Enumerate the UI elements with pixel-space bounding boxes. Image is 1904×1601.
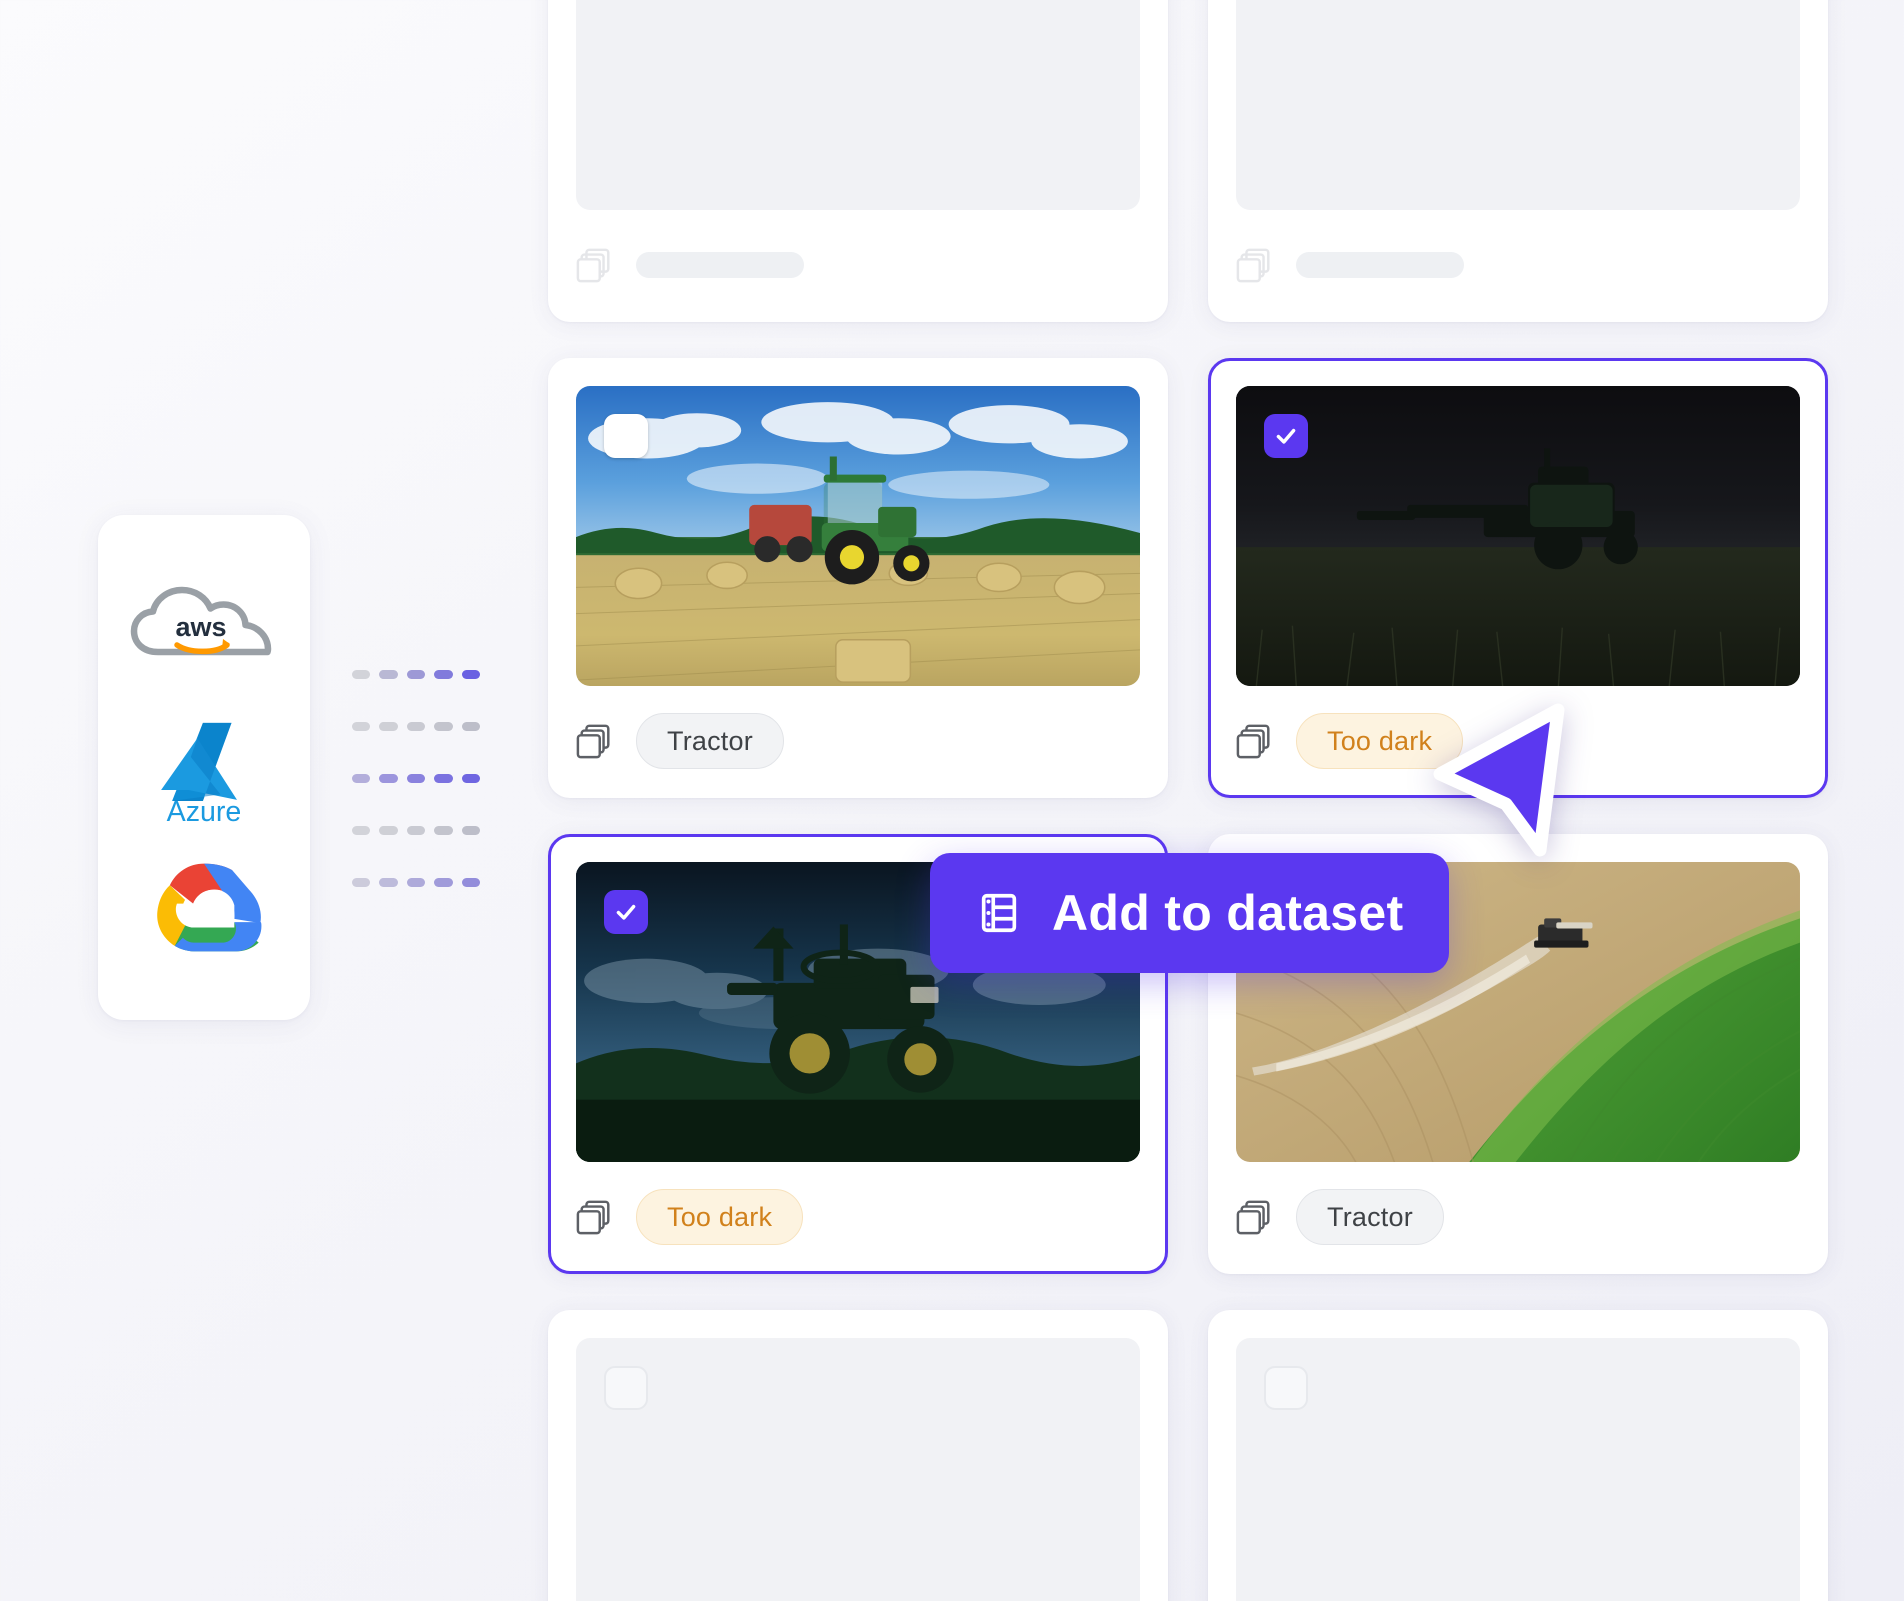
pointer-arrow-cursor <box>1432 700 1582 860</box>
card-footer <box>576 236 1140 294</box>
image-card[interactable] <box>1208 0 1828 322</box>
card-footer: Too dark <box>576 1188 1140 1246</box>
thumbnail-tractor-night-dark <box>1236 386 1800 686</box>
connector-dash <box>406 670 426 679</box>
grid-row <box>548 1310 1868 1601</box>
connector-dash <box>461 826 481 835</box>
connector-dash <box>406 722 426 731</box>
image-card[interactable] <box>548 1310 1168 1601</box>
connector-dash <box>379 722 398 731</box>
check-icon <box>1276 428 1296 444</box>
connector-dash <box>434 878 453 887</box>
connector-dash <box>434 774 453 783</box>
copy-icon <box>576 246 614 284</box>
svg-text:aws: aws <box>175 612 226 642</box>
connector-lines <box>352 670 492 910</box>
card-checkbox-unchecked[interactable] <box>604 414 648 458</box>
connector-line-2 <box>352 722 481 731</box>
cloud-provider-azure[interactable]: Azure <box>129 713 279 823</box>
connector-dash <box>379 774 398 783</box>
aws-cloud-logo: aws <box>130 586 272 655</box>
label-skeleton <box>1296 252 1464 278</box>
copy-icon[interactable] <box>576 722 614 760</box>
connector-dash <box>379 670 398 679</box>
connector-dash <box>406 826 426 835</box>
svg-text:Azure: Azure <box>167 795 242 822</box>
card-footer <box>1236 236 1800 294</box>
card-checkbox-checked[interactable] <box>604 890 648 934</box>
copy-icon[interactable] <box>576 1198 614 1236</box>
connector-dash <box>434 722 453 731</box>
connector-dash <box>434 826 453 835</box>
connector-line-3 <box>352 774 481 783</box>
cloud-providers-panel: aws Azure <box>98 515 310 1020</box>
connector-dash <box>434 670 453 679</box>
dataset-icon <box>981 893 1017 933</box>
card-thumbnail <box>1236 386 1800 686</box>
card-thumbnail <box>1236 0 1800 210</box>
copy-icon <box>1236 246 1274 284</box>
connector-dash <box>406 878 426 887</box>
connector-line-1 <box>352 670 481 679</box>
image-card[interactable] <box>548 0 1168 322</box>
grid-row <box>548 0 1868 322</box>
copy-icon[interactable] <box>1236 1198 1274 1236</box>
azure-logo: Azure <box>161 722 242 823</box>
card-thumbnail <box>576 1338 1140 1601</box>
add-to-dataset-tooltip[interactable]: Add to dataset <box>930 853 1450 973</box>
connector-dash <box>461 670 481 679</box>
grid-row: Tractor Too dark <box>548 358 1868 798</box>
connector-dash <box>406 774 426 783</box>
card-thumbnail <box>576 0 1140 210</box>
card-checkbox-checked[interactable] <box>1264 414 1308 458</box>
card-footer: Tractor <box>1236 1188 1800 1246</box>
image-grid: Tractor Too dark Too dark Tractor <box>548 0 1868 1601</box>
image-card[interactable] <box>1208 1310 1828 1601</box>
card-checkbox-unchecked[interactable] <box>604 1366 648 1410</box>
thumbnail-tractor-field-day <box>576 386 1140 686</box>
card-thumbnail <box>1236 1338 1800 1601</box>
connector-dash <box>461 722 481 731</box>
connector-dash <box>379 826 398 835</box>
card-footer: Tractor <box>576 712 1140 770</box>
card-label-badge[interactable]: Tractor <box>1296 1189 1444 1245</box>
connector-line-5 <box>352 878 481 887</box>
tooltip-label: Add to dataset <box>1052 885 1404 941</box>
card-thumbnail <box>576 386 1140 686</box>
connector-dash <box>379 878 398 887</box>
copy-icon[interactable] <box>1236 722 1274 760</box>
card-label-badge[interactable]: Too dark <box>636 1189 804 1245</box>
connector-dash <box>461 878 481 887</box>
connector-dash <box>352 878 371 887</box>
connector-dash <box>352 670 371 679</box>
connector-line-4 <box>352 826 481 835</box>
image-card-tractor-day[interactable]: Tractor <box>548 358 1168 798</box>
google-cloud-logo <box>157 863 262 952</box>
label-skeleton <box>636 252 804 278</box>
check-icon <box>616 904 636 920</box>
connector-dash <box>352 826 371 835</box>
card-checkbox-unchecked[interactable] <box>1264 1366 1308 1410</box>
connector-dash <box>461 774 481 783</box>
connector-dash <box>352 774 371 783</box>
connector-dash <box>352 722 371 731</box>
card-label-badge[interactable]: Tractor <box>636 713 784 769</box>
cloud-provider-aws[interactable]: aws <box>129 572 279 682</box>
cloud-provider-google-cloud[interactable] <box>129 853 279 963</box>
